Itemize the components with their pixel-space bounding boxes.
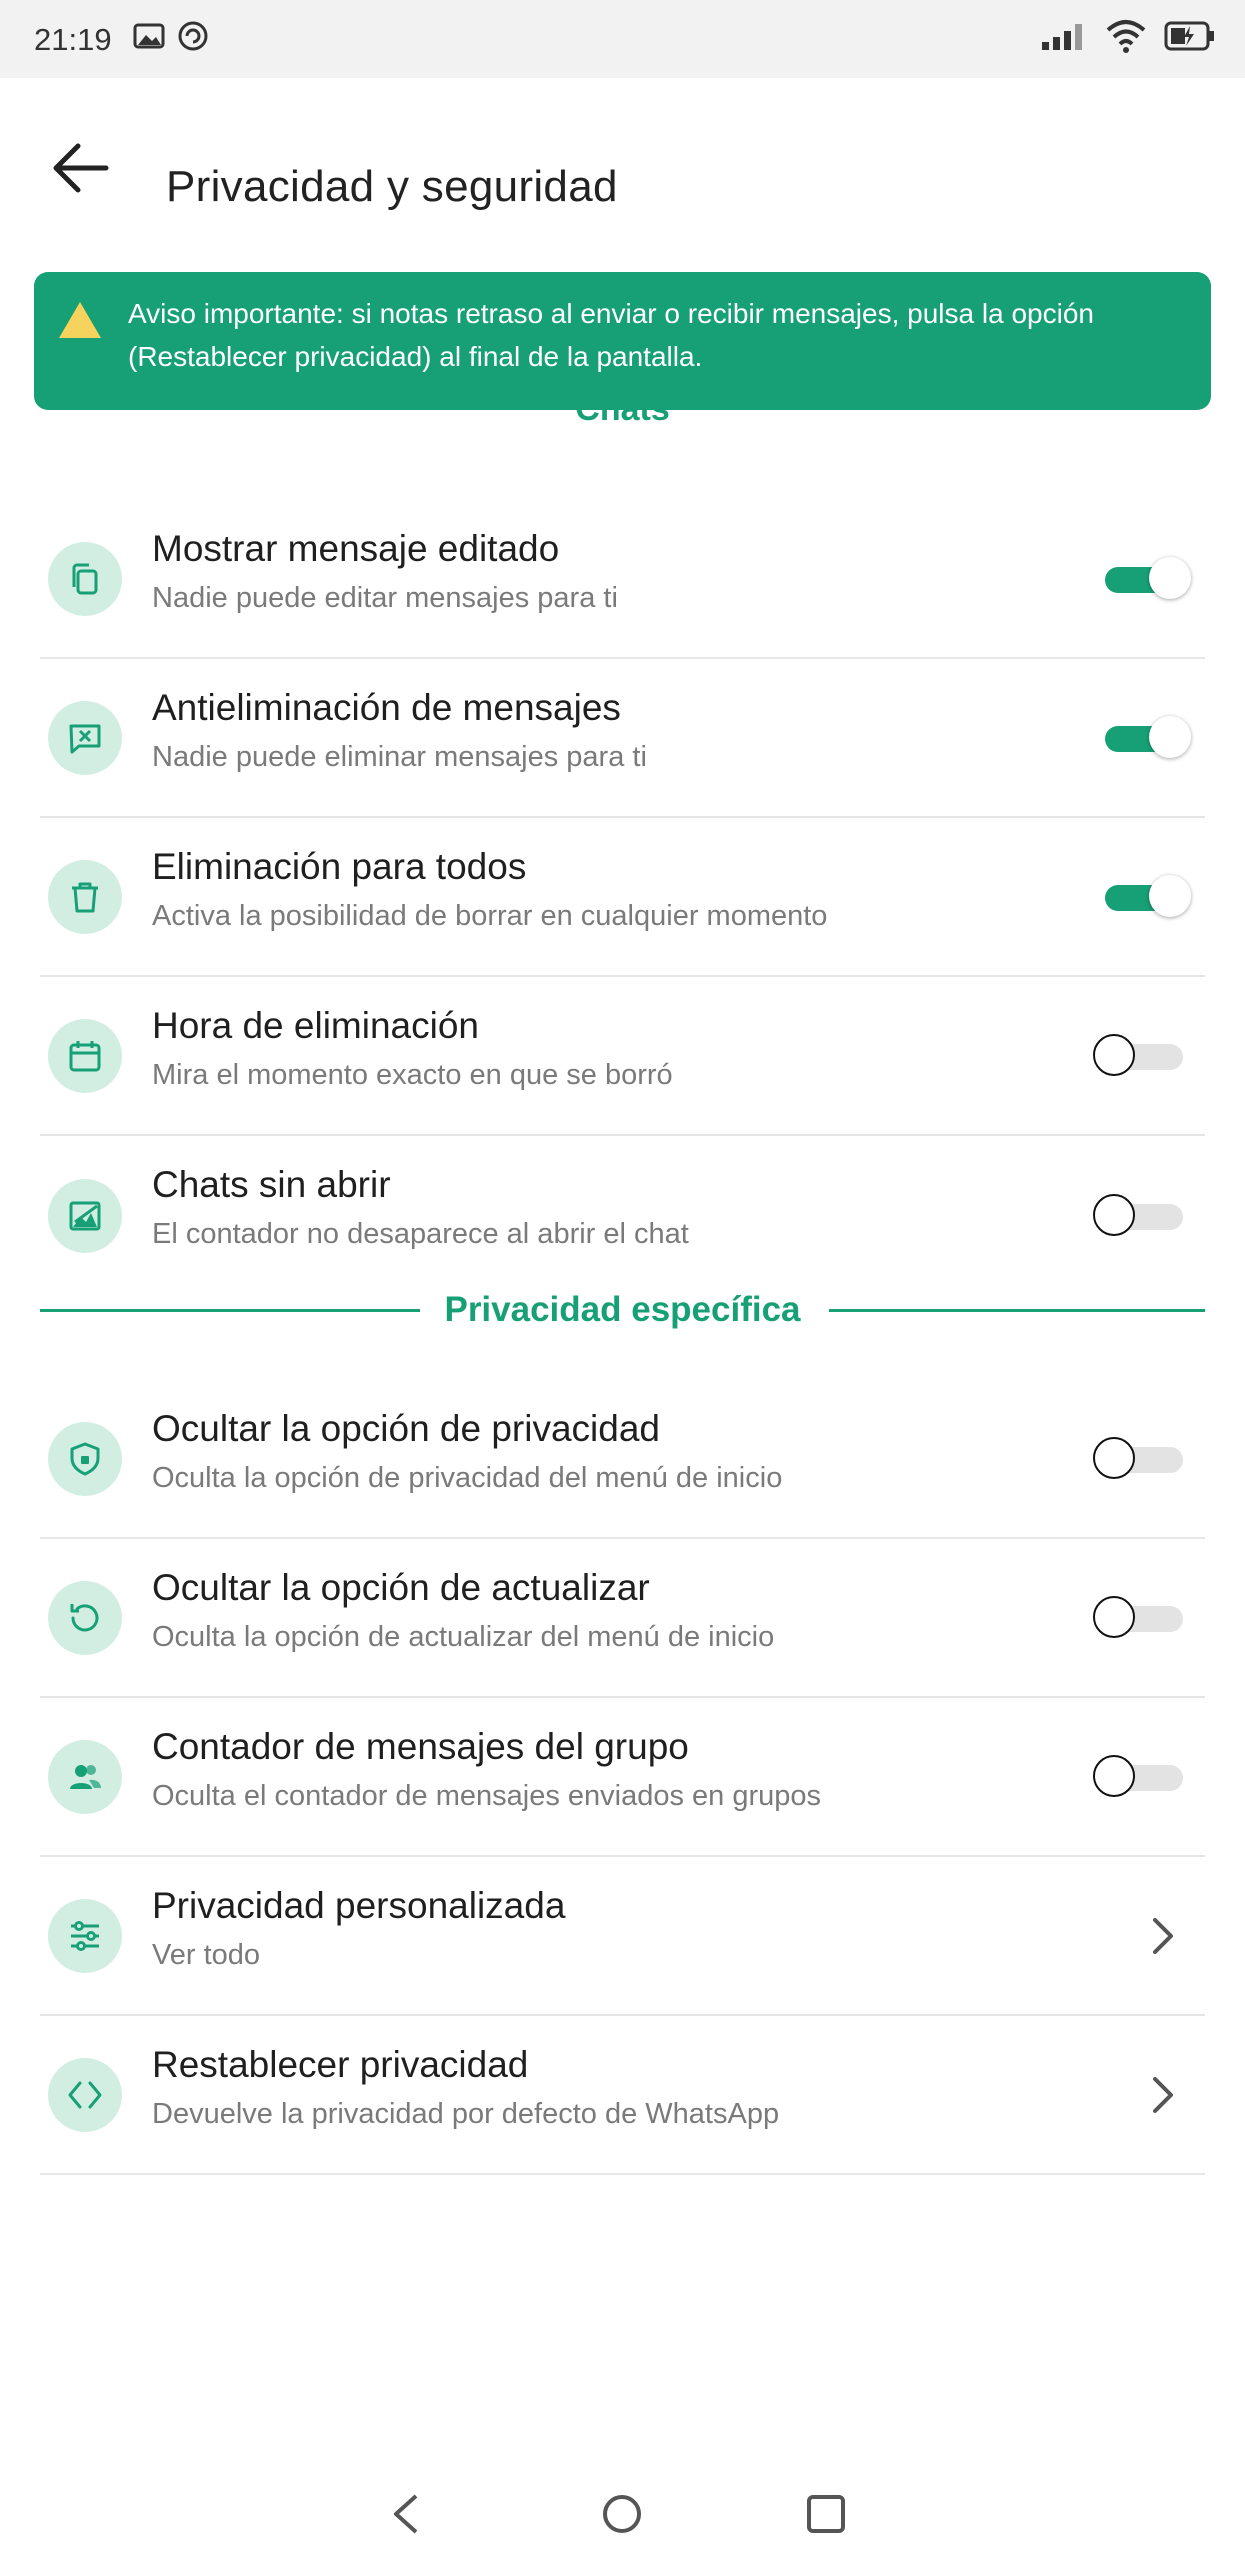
status-time: 21:19 — [34, 22, 112, 57]
image-chart-icon — [48, 1178, 122, 1253]
setting-subtitle: Oculta el contador de mensajes enviados … — [152, 1780, 822, 1812]
setting-subtitle: Mira el momento exacto en que se borró — [152, 1059, 673, 1091]
setting-title: Ocultar la opción de privacidad — [152, 1408, 661, 1449]
trash-icon — [48, 859, 122, 934]
setting-custom-privacy[interactable]: Privacidad personalizada Ver todo — [40, 1857, 1205, 2016]
back-button[interactable] — [44, 128, 124, 208]
warning-banner: Aviso importante: si notas retraso al en… — [34, 272, 1211, 410]
setting-reset-privacy[interactable]: Restablecer privacidad Devuelve la priva… — [40, 2016, 1205, 2175]
setting-hide-update-option[interactable]: Ocultar la opción de actualizar Oculta l… — [40, 1539, 1205, 1698]
warning-icon — [56, 298, 104, 347]
setting-title: Chats sin abrir — [152, 1164, 391, 1205]
toggle-switch[interactable] — [1093, 873, 1193, 921]
chevron-right-icon — [1151, 2075, 1175, 2120]
section-title-specific: Privacidad específica — [444, 1290, 801, 1329]
setting-subtitle: Nadie puede editar mensajes para ti — [152, 582, 618, 614]
arrow-left-icon — [53, 143, 109, 193]
section-title-chats: Chats — [575, 406, 670, 428]
setting-subtitle: Ver todo — [152, 1939, 261, 1971]
setting-subtitle: Nadie puede eliminar mensajes para ti — [152, 741, 647, 773]
nav-home-icon[interactable] — [600, 2492, 644, 2541]
toggle-switch[interactable] — [1093, 555, 1193, 603]
toggle-switch[interactable] — [1093, 1032, 1193, 1080]
system-nav-bar — [0, 2470, 1245, 2560]
image-icon — [132, 19, 166, 58]
nav-back-icon[interactable] — [386, 2492, 426, 2541]
app-header: Privacidad y seguridad — [0, 78, 1245, 268]
sliders-icon — [48, 1898, 122, 1973]
setting-delete-for-all[interactable]: Eliminación para todos Activa la posibil… — [40, 818, 1205, 977]
setting-title: Antieliminación de mensajes — [152, 687, 621, 728]
setting-show-edited-message[interactable]: Mostrar mensaje editado Nadie puede edit… — [40, 500, 1205, 659]
page-title: Privacidad y seguridad — [166, 162, 618, 211]
copy-icon — [48, 541, 122, 616]
setting-anti-delete[interactable]: Antieliminación de mensajes Nadie puede … — [40, 659, 1205, 818]
sync-icon — [176, 19, 210, 58]
setting-title: Privacidad personalizada — [152, 1885, 566, 1926]
setting-subtitle: Oculta la opción de actualizar del menú … — [152, 1621, 775, 1653]
setting-title: Hora de eliminación — [152, 1005, 480, 1046]
code-icon — [48, 2057, 122, 2132]
setting-subtitle: Oculta la opción de privacidad del menú … — [152, 1462, 783, 1494]
toggle-switch[interactable] — [1093, 1435, 1193, 1483]
toggle-switch[interactable] — [1093, 1753, 1193, 1801]
signal-icon — [1040, 22, 1088, 57]
battery-icon — [1164, 20, 1216, 57]
setting-title: Mostrar mensaje editado — [152, 528, 560, 569]
setting-title: Eliminación para todos — [152, 846, 527, 887]
group-icon — [48, 1739, 122, 1814]
toggle-switch[interactable] — [1093, 1594, 1193, 1642]
shield-icon — [48, 1421, 122, 1496]
setting-subtitle: Devuelve la privacidad por defecto de Wh… — [152, 2098, 780, 2130]
setting-delete-time[interactable]: Hora de eliminación Mira el momento exac… — [40, 977, 1205, 1136]
status-bar: 21:19 — [0, 0, 1245, 78]
section-divider: Privacidad específica — [40, 1288, 1205, 1338]
nav-recents-icon[interactable] — [804, 2492, 848, 2541]
setting-title: Restablecer privacidad — [152, 2044, 529, 2085]
setting-subtitle: Activa la posibilidad de borrar en cualq… — [152, 900, 828, 932]
setting-group-message-counter[interactable]: Contador de mensajes del grupo Oculta el… — [40, 1698, 1205, 1857]
setting-title: Ocultar la opción de actualizar — [152, 1567, 650, 1608]
wifi-icon — [1104, 18, 1148, 59]
message-x-icon — [48, 700, 122, 775]
refresh-icon — [48, 1580, 122, 1655]
calendar-icon — [48, 1018, 122, 1093]
chevron-right-icon — [1151, 1916, 1175, 1961]
toggle-switch[interactable] — [1093, 714, 1193, 762]
setting-hide-privacy-option[interactable]: Ocultar la opción de privacidad Oculta l… — [40, 1380, 1205, 1539]
setting-unread-chats[interactable]: Chats sin abrir El contador no desaparec… — [40, 1136, 1205, 1295]
setting-title: Contador de mensajes del grupo — [152, 1726, 689, 1767]
toggle-switch[interactable] — [1093, 1192, 1193, 1240]
warning-text: Aviso importante: si notas retraso al en… — [128, 298, 1094, 372]
setting-subtitle: El contador no desaparece al abrir el ch… — [152, 1218, 689, 1250]
